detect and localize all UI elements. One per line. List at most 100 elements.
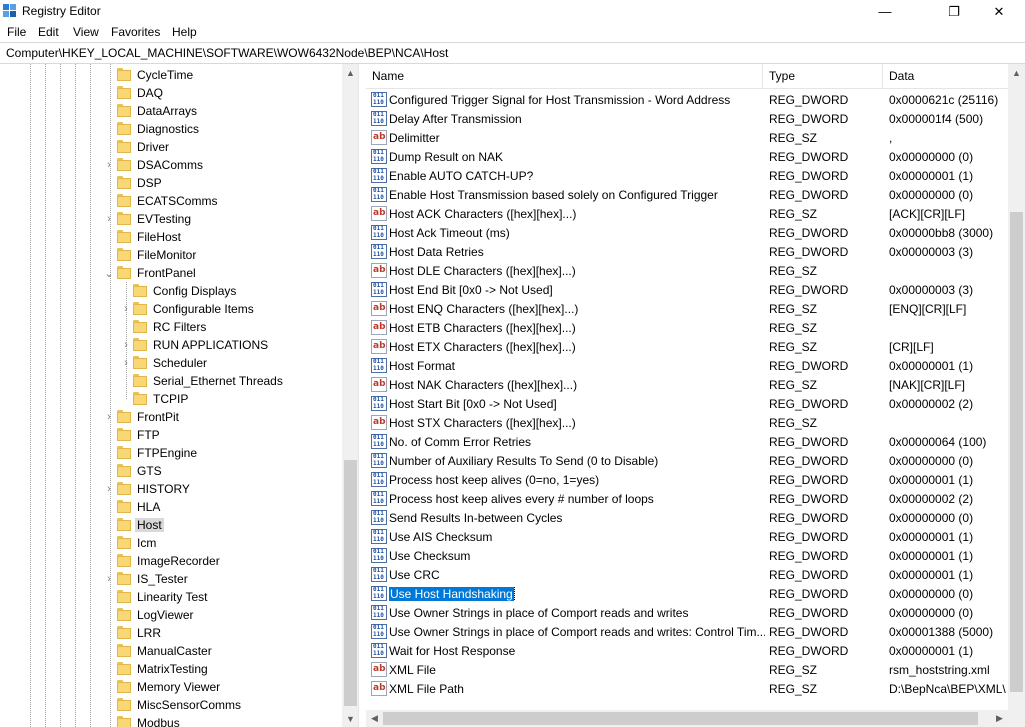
tree-item-label[interactable]: DataArrays xyxy=(135,104,199,118)
value-name[interactable]: Delimitter xyxy=(389,131,765,145)
tree-item[interactable]: Memory Viewer xyxy=(0,678,342,696)
scroll-down-icon[interactable]: ▼ xyxy=(342,710,358,727)
value-row[interactable]: Host ETX Characters ([hex][hex]...) REG_S… xyxy=(366,337,1008,356)
value-name[interactable]: Process host keep alives (0=no, 1=yes) xyxy=(389,473,765,487)
tree-item-label[interactable]: FileHost xyxy=(135,230,183,244)
tree-item[interactable]: › RUN APPLICATIONS xyxy=(0,336,342,354)
collapsed-chevron-icon[interactable] xyxy=(104,84,114,102)
tree-item[interactable]: RC Filters xyxy=(0,318,342,336)
value-row[interactable]: Host DLE Characters ([hex][hex]...) REG_S… xyxy=(366,261,1008,280)
value-name[interactable]: Host End Bit [0x0 -> Not Used] xyxy=(389,283,765,297)
tree-item[interactable]: Driver xyxy=(0,138,342,156)
tree-item[interactable]: › EVTesting xyxy=(0,210,342,228)
value-name[interactable]: Use Owner Strings in place of Comport re… xyxy=(389,606,765,620)
value-name[interactable]: Number of Auxiliary Results To Send (0 t… xyxy=(389,454,765,468)
tree-item-label[interactable]: Icm xyxy=(135,536,158,550)
tree-item-label[interactable]: MatrixTesting xyxy=(135,662,210,676)
tree-item-label[interactable]: ManualCaster xyxy=(135,644,214,658)
collapsed-chevron-icon[interactable] xyxy=(104,228,114,246)
tree-item[interactable]: Config Displays xyxy=(0,282,342,300)
tree-item[interactable]: › Scheduler xyxy=(0,354,342,372)
list-hscroll-thumb[interactable] xyxy=(383,712,978,725)
tree-item-label[interactable]: Diagnostics xyxy=(135,122,201,136)
tree-item-label[interactable]: FTPEngine xyxy=(135,446,199,460)
collapsed-chevron-icon[interactable] xyxy=(104,588,114,606)
tree-item[interactable]: FileMonitor xyxy=(0,246,342,264)
value-name[interactable]: Use Checksum xyxy=(389,549,765,563)
list-scroll-thumb[interactable] xyxy=(1010,212,1023,692)
value-name[interactable]: Host STX Characters ([hex][hex]...) xyxy=(389,416,765,430)
tree-item[interactable]: DAQ xyxy=(0,84,342,102)
value-row[interactable]: Host STX Characters ([hex][hex]...) REG_S… xyxy=(366,413,1008,432)
tree-item[interactable]: › DSAComms xyxy=(0,156,342,174)
tree-item[interactable]: DataArrays xyxy=(0,102,342,120)
value-list[interactable]: Name Type Data Configured Trigger Signal… xyxy=(366,64,1025,727)
tree-item-label[interactable]: Memory Viewer xyxy=(135,680,222,694)
value-row[interactable]: Host End Bit [0x0 -> Not Used] REG_DWORD 0… xyxy=(366,280,1008,299)
collapsed-chevron-icon[interactable] xyxy=(104,696,114,714)
tree-vertical-scrollbar[interactable]: ▲ ▼ xyxy=(342,64,358,727)
value-name[interactable]: Host Format xyxy=(389,359,765,373)
collapsed-chevron-icon[interactable]: › xyxy=(121,354,131,372)
list-vertical-scrollbar[interactable]: ▲ xyxy=(1008,64,1025,710)
collapsed-chevron-icon[interactable] xyxy=(104,192,114,210)
value-row[interactable]: Delay After Transmission REG_DWORD 0x00000… xyxy=(366,109,1008,128)
tree-item-label[interactable]: LogViewer xyxy=(135,608,195,622)
collapsed-chevron-icon[interactable] xyxy=(104,678,114,696)
tree-item-label[interactable]: Modbus xyxy=(135,716,182,727)
tree-item-label[interactable]: DSAComms xyxy=(135,158,205,172)
tree-item[interactable]: TCPIP xyxy=(0,390,342,408)
collapsed-chevron-icon[interactable]: › xyxy=(104,156,114,174)
column-type[interactable]: Type xyxy=(763,64,883,89)
value-row[interactable]: Host Start Bit [0x0 -> Not Used] REG_DWOR… xyxy=(366,394,1008,413)
value-row[interactable]: Send Results In-between Cycles REG_DWORD 0… xyxy=(366,508,1008,527)
collapsed-chevron-icon[interactable] xyxy=(104,66,114,84)
value-name[interactable]: Enable Host Transmission based solely on… xyxy=(389,188,765,202)
value-name[interactable]: Use Owner Strings in place of Comport re… xyxy=(389,625,765,639)
tree-item-label[interactable]: Config Displays xyxy=(151,284,238,298)
value-name[interactable]: Enable AUTO CATCH-UP? xyxy=(389,169,765,183)
value-name[interactable]: Delay After Transmission xyxy=(389,112,765,126)
tree-item-label[interactable]: Linearity Test xyxy=(135,590,209,604)
tree-item-label[interactable]: RUN APPLICATIONS xyxy=(151,338,270,352)
tree-item[interactable]: › FrontPit xyxy=(0,408,342,426)
value-row[interactable]: Enable AUTO CATCH-UP? REG_DWORD 0x00000001… xyxy=(366,166,1008,185)
tree-item[interactable]: LRR xyxy=(0,624,342,642)
value-row[interactable]: XML File Path REG_SZ D:\BepNca\BEP\XML\ xyxy=(366,679,1008,698)
value-row[interactable]: Wait for Host Response REG_DWORD 0x0000000… xyxy=(366,641,1008,660)
value-row[interactable]: Host ENQ Characters ([hex][hex]...) REG_S… xyxy=(366,299,1008,318)
tree-item[interactable]: Modbus xyxy=(0,714,342,727)
value-name[interactable]: XML File Path xyxy=(389,682,765,696)
value-name[interactable]: Host Start Bit [0x0 -> Not Used] xyxy=(389,397,765,411)
tree-item[interactable]: Linearity Test xyxy=(0,588,342,606)
scroll-right-icon[interactable]: ▶ xyxy=(991,710,1008,727)
value-name[interactable]: Host Ack Timeout (ms) xyxy=(389,226,765,240)
value-row[interactable]: Host ACK Characters ([hex][hex]...) REG_S… xyxy=(366,204,1008,223)
tree-item-label[interactable]: ECATSComms xyxy=(135,194,219,208)
address-path[interactable]: Computer\HKEY_LOCAL_MACHINE\SOFTWARE\WOW… xyxy=(6,46,448,60)
tree-item-label[interactable]: RC Filters xyxy=(151,320,208,334)
value-name[interactable]: Host NAK Characters ([hex][hex]...) xyxy=(389,378,765,392)
tree-item[interactable]: CycleTime xyxy=(0,66,342,84)
value-name[interactable]: Host ETX Characters ([hex][hex]...) xyxy=(389,340,765,354)
tree-item[interactable]: HLA xyxy=(0,498,342,516)
collapsed-chevron-icon[interactable] xyxy=(104,120,114,138)
collapsed-chevron-icon[interactable]: › xyxy=(104,408,114,426)
collapsed-chevron-icon[interactable] xyxy=(104,444,114,462)
value-row[interactable]: Use Host Handshaking REG_DWORD 0x00000000 … xyxy=(366,584,1008,603)
collapsed-chevron-icon[interactable] xyxy=(104,534,114,552)
collapsed-chevron-icon[interactable] xyxy=(121,318,131,336)
minimize-button[interactable]: — xyxy=(862,0,908,23)
list-horizontal-scrollbar[interactable]: ◀ ▶ xyxy=(366,710,1008,727)
tree-item[interactable]: DSP xyxy=(0,174,342,192)
close-button[interactable]: ✕ xyxy=(976,0,1022,23)
collapsed-chevron-icon[interactable] xyxy=(104,102,114,120)
value-name[interactable]: Host ACK Characters ([hex][hex]...) xyxy=(389,207,765,221)
key-tree[interactable]: CycleTime DAQ DataArrays Diagnostics Driver ›… xyxy=(0,64,359,727)
value-row[interactable]: No. of Comm Error Retries REG_DWORD 0x0000… xyxy=(366,432,1008,451)
tree-item-label[interactable]: IS_Tester xyxy=(135,572,190,586)
expanded-chevron-icon[interactable]: ⌄ xyxy=(104,264,114,282)
tree-item-label[interactable]: Driver xyxy=(135,140,171,154)
tree-item[interactable]: MiscSensorComms xyxy=(0,696,342,714)
tree-item[interactable]: FTP xyxy=(0,426,342,444)
